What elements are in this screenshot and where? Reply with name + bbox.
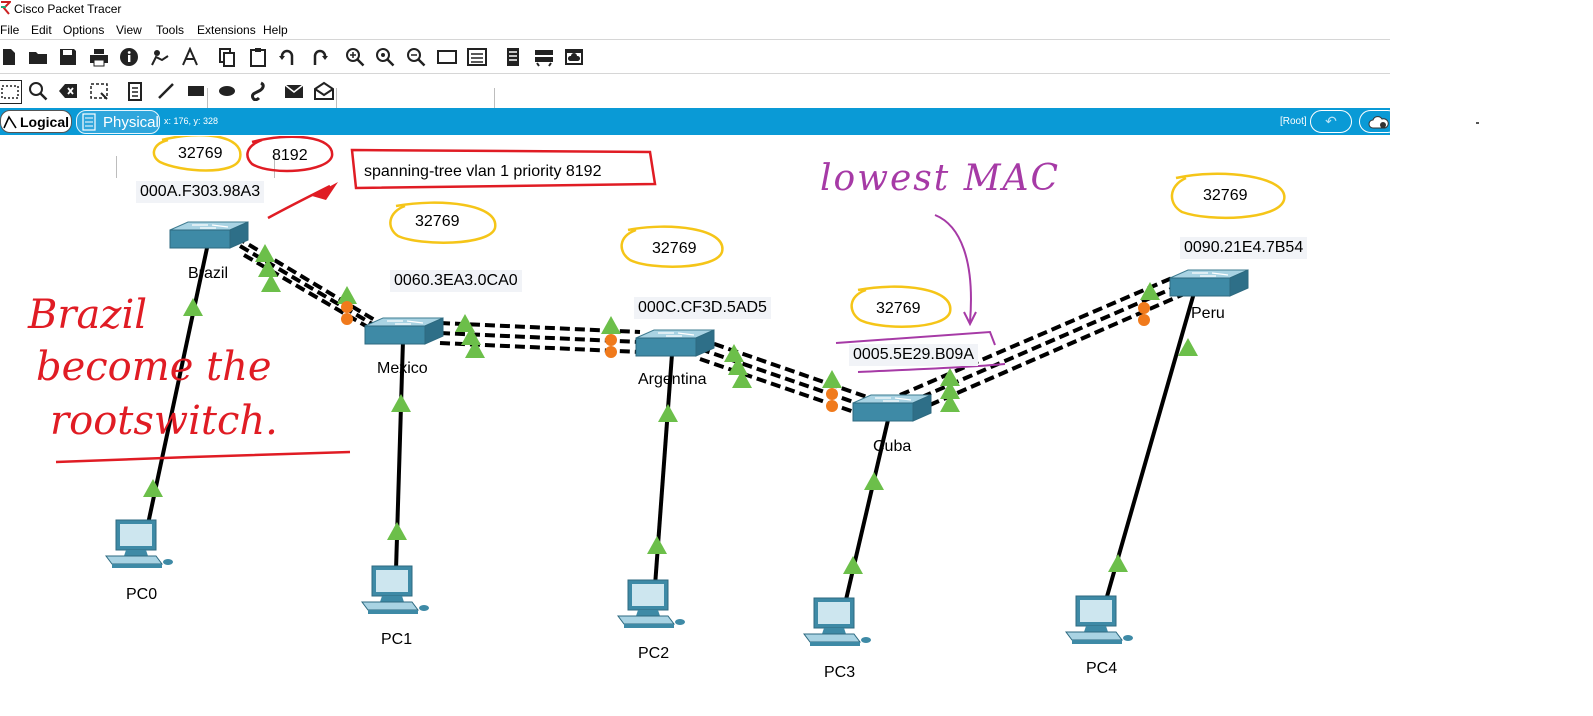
custom-device-icon[interactable] xyxy=(466,46,488,68)
switch-peru-label: Peru xyxy=(1191,305,1225,322)
drawing-palette-icon[interactable] xyxy=(436,46,458,68)
window-title: Cisco Packet Tracer xyxy=(14,2,122,16)
mexico-priority-annotation: 32769 xyxy=(415,213,460,230)
pc2 xyxy=(617,579,686,629)
mexico-mac-note: 0060.3EA3.0CA0 xyxy=(390,270,522,292)
link-pc4-peru xyxy=(1104,285,1198,601)
activity-wizard-icon[interactable] xyxy=(149,46,171,68)
root-note-line1: Brazil xyxy=(28,292,148,338)
divider xyxy=(0,73,1390,74)
argentina-priority-annotation: 32769 xyxy=(652,240,697,257)
edit-toolbar xyxy=(0,76,1390,178)
pc4 xyxy=(1065,595,1134,645)
menu-view[interactable]: View xyxy=(116,23,142,37)
zoom-reset-icon[interactable] xyxy=(374,46,396,68)
zoom-out-icon[interactable] xyxy=(405,46,427,68)
menu-help[interactable]: Help xyxy=(263,23,288,37)
tab-logical[interactable]: Logical xyxy=(0,110,72,133)
cloud-window-icon[interactable] xyxy=(563,46,585,68)
inspect-tool-icon[interactable] xyxy=(27,80,49,102)
main-toolbar xyxy=(0,42,1390,110)
command-annotation: spanning-tree vlan 1 priority 8192 xyxy=(364,163,602,180)
save-icon[interactable] xyxy=(57,46,79,68)
brazil-priority-annotation: 32769 xyxy=(178,145,223,162)
pc1-label: PC1 xyxy=(381,631,413,648)
divider xyxy=(0,39,1390,40)
draw-line-icon[interactable] xyxy=(155,80,177,102)
new-file-icon[interactable] xyxy=(0,46,20,68)
logical-icon xyxy=(3,114,17,128)
open-folder-icon[interactable] xyxy=(27,46,49,68)
menu-edit[interactable]: Edit xyxy=(31,23,52,37)
switch-argentina xyxy=(635,329,715,357)
pc2-label: PC2 xyxy=(638,645,670,662)
resize-tool-icon[interactable] xyxy=(88,80,110,102)
peru-mac-note: 0090.21E4.7B54 xyxy=(1180,237,1308,259)
argentina-mac-note: 000C.CF3D.5AD5 xyxy=(634,297,771,319)
cluster-button[interactable] xyxy=(1359,110,1399,133)
pc1 xyxy=(361,565,430,615)
navigate-back-button[interactable]: ↶ xyxy=(1310,110,1352,133)
draw-ellipse-icon[interactable] xyxy=(216,80,238,102)
device-template-icon[interactable] xyxy=(533,46,555,68)
switch-cuba xyxy=(852,394,932,422)
tab-physical-label: Physical xyxy=(103,113,159,131)
switch-mexico xyxy=(364,317,444,345)
switch-brazil xyxy=(169,221,249,249)
menu-options[interactable]: Options xyxy=(63,23,104,37)
tab-logical-label: Logical xyxy=(20,113,70,130)
draw-rectangle-icon[interactable] xyxy=(185,80,207,102)
pc3-label: PC3 xyxy=(824,664,856,681)
menu-file[interactable]: File xyxy=(0,23,19,37)
cloud-icon xyxy=(1368,115,1389,128)
packet-tracer-icon xyxy=(1,1,11,15)
info-icon[interactable] xyxy=(118,46,140,68)
physical-icon xyxy=(82,113,96,131)
zoom-in-icon[interactable] xyxy=(344,46,366,68)
stray-mark xyxy=(1476,122,1479,124)
new-priority-annotation: 8192 xyxy=(272,147,308,164)
place-note-icon[interactable] xyxy=(124,80,146,102)
redo-icon[interactable] xyxy=(308,46,330,68)
back-arrow-icon: ↶ xyxy=(1325,113,1337,129)
menu-bar: File Edit Options View Tools Extensions … xyxy=(0,20,1390,38)
add-complex-pdu-icon[interactable] xyxy=(313,80,335,102)
switch-brazil-label: Brazil xyxy=(188,265,229,282)
cuba-mac-note: 0005.5E29.B09A xyxy=(849,344,978,366)
pc0 xyxy=(105,519,174,569)
switch-cuba-label: Cuba xyxy=(873,438,912,455)
root-label: [Root] xyxy=(1280,116,1307,127)
paste-icon[interactable] xyxy=(247,46,269,68)
notes-icon[interactable] xyxy=(502,46,524,68)
network-info-icon[interactable] xyxy=(179,46,201,68)
brazil-mac-note: 000A.F303.98A3 xyxy=(136,181,265,203)
menu-extensions[interactable]: Extensions xyxy=(197,23,256,37)
peru-priority-annotation: 32769 xyxy=(1203,187,1248,204)
select-tool-icon[interactable] xyxy=(0,80,22,104)
tab-physical[interactable]: Physical xyxy=(76,110,160,134)
menu-tools[interactable]: Tools xyxy=(156,23,184,37)
pc0-label: PC0 xyxy=(126,586,158,603)
pc4-label: PC4 xyxy=(1086,660,1118,677)
root-note-line2: become the xyxy=(36,344,272,390)
freeform-tool-icon[interactable] xyxy=(246,80,268,102)
lowest-mac-annotation: lowest MAC xyxy=(820,158,1061,199)
delete-tool-icon[interactable] xyxy=(57,80,79,102)
logical-canvas[interactable]: Brazil Mexico Argentina Cuba Peru PC0 PC… xyxy=(0,136,1593,716)
switch-mexico-label: Mexico xyxy=(377,360,428,377)
switch-argentina-label: Argentina xyxy=(638,371,707,388)
copy-icon[interactable] xyxy=(216,46,238,68)
switch-peru xyxy=(1169,269,1249,297)
pc3 xyxy=(803,597,872,647)
print-icon[interactable] xyxy=(88,46,110,68)
cursor-coordinates: x: 176, y: 328 xyxy=(164,116,219,126)
root-note-line3: rootswitch. xyxy=(50,398,278,444)
cuba-priority-annotation: 32769 xyxy=(876,300,921,317)
add-simple-pdu-icon[interactable] xyxy=(283,80,305,102)
undo-icon[interactable] xyxy=(277,46,299,68)
title-bar: Cisco Packet Tracer xyxy=(0,0,1390,18)
